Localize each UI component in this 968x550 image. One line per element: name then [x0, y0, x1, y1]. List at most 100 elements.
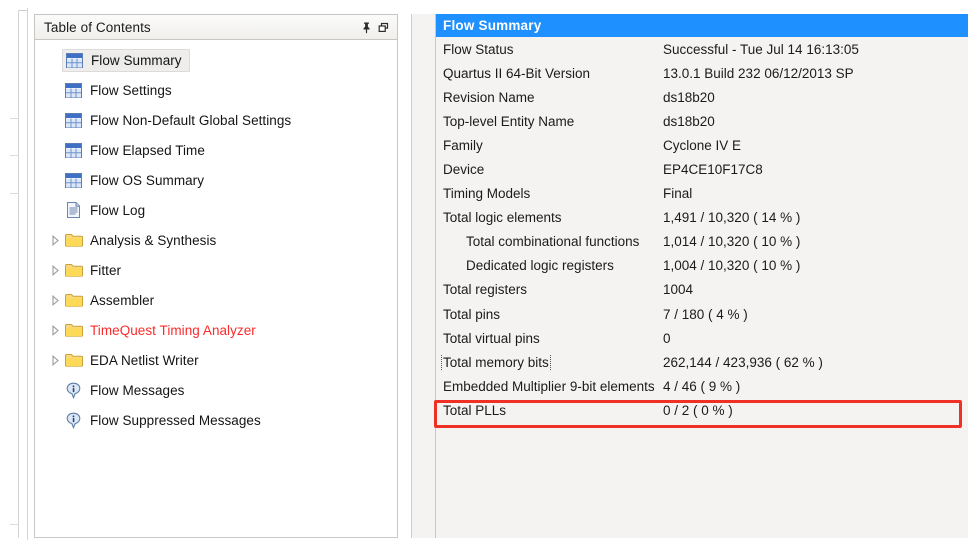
gutter-tick — [10, 155, 18, 156]
toc-item-label: TimeQuest Timing Analyzer — [90, 322, 256, 338]
report-row-label: Total PLLs — [436, 403, 662, 418]
report-row[interactable]: Revision Name ds18b20 — [436, 85, 968, 109]
report-row[interactable]: Total PLLs 0 / 2 ( 0 % ) — [436, 398, 968, 422]
report-row[interactable]: Embedded Multiplier 9-bit elements 4 / 46… — [436, 374, 968, 398]
report-row[interactable]: Flow Status Successful - Tue Jul 14 16:13… — [436, 37, 968, 61]
report-row-value: 262,144 / 423,936 ( 62 % ) — [663, 354, 823, 370]
info-icon — [64, 382, 83, 399]
toc-item[interactable]: Flow Summary — [35, 45, 397, 75]
report-row-label: Family — [436, 138, 662, 153]
table-report-icon — [64, 172, 83, 189]
toc-item-label: Flow Messages — [90, 382, 185, 398]
toc-item[interactable]: Assembler — [35, 285, 397, 315]
toc-item-wrapper: EDA Netlist Writer — [64, 352, 199, 369]
report-row-value: 0 / 2 ( 0 % ) — [663, 402, 733, 418]
gutter-tick — [10, 193, 18, 194]
folder-icon — [64, 352, 83, 369]
toc-item-selected-wrapper: Flow Summary — [62, 48, 190, 72]
report-row[interactable]: Family Cyclone IV E — [436, 133, 968, 157]
report-row-label-text: Total combinational functions — [466, 234, 640, 250]
report-row[interactable]: Device EP4CE10F17C8 — [436, 157, 968, 181]
toc-item-wrapper: Flow Settings — [64, 82, 172, 99]
table-of-contents-header: Table of Contents — [34, 14, 398, 40]
table-report-icon — [64, 142, 83, 159]
report-row-label: Timing Models — [436, 186, 662, 201]
toc-item-label: EDA Netlist Writer — [90, 352, 199, 368]
toc-item[interactable]: Flow Log — [35, 195, 397, 225]
report-row[interactable]: Dedicated logic registers 1,004 / 10,320 … — [436, 254, 968, 278]
quartus-compilation-report-window: Table of Contents Flow Summary Flow Setti… — [0, 0, 968, 550]
report-row-value: 0 — [663, 330, 671, 346]
toc-item-label: Flow Summary — [91, 52, 182, 68]
folder-icon — [64, 232, 83, 249]
report-row-label: Flow Status — [436, 42, 662, 57]
toc-item-label: Flow Log — [90, 202, 146, 218]
panel-title: Table of Contents — [44, 19, 151, 35]
table-report-icon — [65, 52, 84, 69]
report-row-label-text: Total pins — [443, 306, 501, 322]
toc-item[interactable]: Flow Elapsed Time — [35, 135, 397, 165]
report-row-value: Final — [663, 186, 693, 202]
report-panel-inner: Flow Summary Flow Status Successful - Tue… — [435, 14, 968, 538]
toc-item[interactable]: Flow Non-Default Global Settings — [35, 105, 397, 135]
report-row[interactable]: Timing Models Final — [436, 182, 968, 206]
report-row[interactable]: Total pins 7 / 180 ( 4 % ) — [436, 302, 968, 326]
toc-item-wrapper: Flow Messages — [64, 382, 184, 399]
toc-item-label: Flow Elapsed Time — [90, 142, 205, 158]
toc-item-wrapper: TimeQuest Timing Analyzer — [64, 322, 256, 339]
gutter-tick — [10, 524, 18, 525]
expand-triangle-icon[interactable] — [47, 234, 64, 246]
report-row-label: Revision Name — [436, 90, 662, 105]
document-icon — [64, 202, 83, 219]
report-row-label-text: Family — [443, 137, 483, 153]
report-row[interactable]: Total memory bits 262,144 / 423,936 ( 62 … — [436, 350, 968, 374]
report-row-label-text: Device — [443, 162, 485, 178]
report-rows[interactable]: Flow Status Successful - Tue Jul 14 16:13… — [436, 37, 968, 423]
toc-item-label: Flow OS Summary — [90, 172, 205, 188]
report-row-label-text: Total logic elements — [443, 210, 562, 226]
report-title-bar: Flow Summary — [436, 14, 968, 37]
toc-item[interactable]: Flow Suppressed Messages — [35, 405, 397, 435]
report-row-label: Top-level Entity Name — [436, 114, 662, 129]
restore-window-icon[interactable] — [375, 19, 392, 36]
toc-item-label: Flow Suppressed Messages — [90, 412, 261, 428]
toc-item-label: Assembler — [90, 292, 155, 308]
report-row-value: Cyclone IV E — [663, 137, 742, 153]
report-row[interactable]: Total combinational functions 1,014 / 10,… — [436, 230, 968, 254]
report-row-value: 1,004 / 10,320 ( 10 % ) — [663, 258, 801, 274]
toc-item[interactable]: Analysis & Synthesis — [35, 225, 397, 255]
folder-icon — [64, 292, 83, 309]
report-row[interactable]: Top-level Entity Name ds18b20 — [436, 109, 968, 133]
pushpin-icon[interactable] — [358, 19, 375, 36]
report-row-label: Quartus II 64-Bit Version — [436, 66, 662, 81]
expand-triangle-icon[interactable] — [47, 354, 64, 366]
toc-item[interactable]: Flow Messages — [35, 375, 397, 405]
report-row[interactable]: Total logic elements 1,491 / 10,320 ( 14 … — [436, 206, 968, 230]
report-row[interactable]: Quartus II 64-Bit Version 13.0.1 Build 23… — [436, 61, 968, 85]
report-row-value: ds18b20 — [663, 113, 715, 129]
gutter-tick — [10, 118, 18, 119]
toc-item[interactable]: Flow OS Summary — [35, 165, 397, 195]
report-row-label-text: Dedicated logic registers — [466, 258, 614, 274]
expand-triangle-icon[interactable] — [47, 264, 64, 276]
report-row-label-text: Total memory bits — [441, 354, 551, 370]
window-gutter-corner — [18, 10, 27, 11]
report-row-label-text: Total registers — [443, 282, 528, 298]
toc-item-wrapper: Flow Non-Default Global Settings — [64, 112, 291, 129]
report-row[interactable]: Total registers 1004 — [436, 278, 968, 302]
report-row-label-text: Embedded Multiplier 9-bit elements — [443, 378, 655, 394]
expand-triangle-icon[interactable] — [47, 294, 64, 306]
table-of-contents-tree[interactable]: Flow Summary Flow Settings Flow Non-Defaul… — [34, 40, 398, 538]
report-row[interactable]: Total virtual pins 0 — [436, 326, 968, 350]
report-row-label-text: Total virtual pins — [443, 330, 540, 346]
window-gutter-line-outer — [18, 10, 19, 538]
toc-item-label: Fitter — [90, 262, 122, 278]
expand-triangle-icon[interactable] — [47, 324, 64, 336]
toc-item[interactable]: EDA Netlist Writer — [35, 345, 397, 375]
toc-item[interactable]: Fitter — [35, 255, 397, 285]
report-row-value: Successful - Tue Jul 14 16:13:05 — [663, 41, 859, 57]
report-row-label: Embedded Multiplier 9-bit elements — [436, 379, 662, 394]
report-panel: Flow Summary Flow Status Successful - Tue… — [411, 14, 968, 538]
toc-item[interactable]: TimeQuest Timing Analyzer — [35, 315, 397, 345]
toc-item[interactable]: Flow Settings — [35, 75, 397, 105]
